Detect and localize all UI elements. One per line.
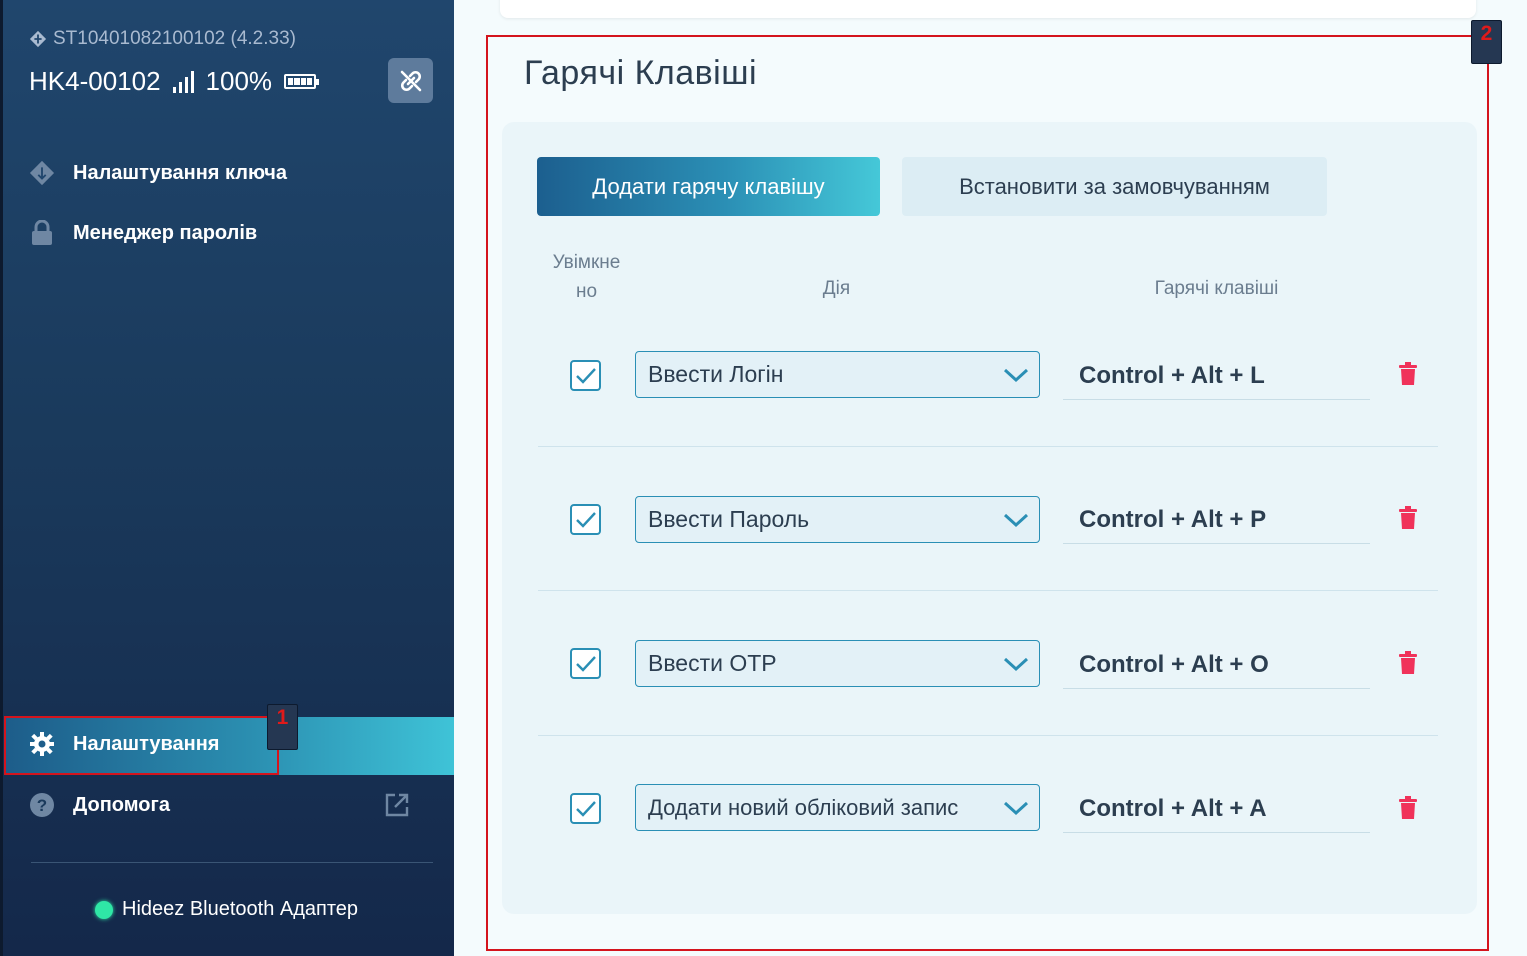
signal-icon <box>172 70 194 93</box>
help-circle-icon: ? <box>29 792 55 818</box>
checkmark-icon <box>575 367 596 384</box>
adapter-label: Hideez Bluetooth Адаптер <box>122 898 359 920</box>
device-name: HK4-00102 <box>29 66 161 96</box>
battery-icon <box>284 74 320 89</box>
page-title: Гарячі Клавіші <box>524 54 758 92</box>
checkmark-icon <box>575 800 596 817</box>
column-enabled-line1: Увімкне <box>552 252 621 273</box>
key-diamond-icon <box>29 160 55 186</box>
chevron-down-icon <box>1003 801 1029 815</box>
lock-icon <box>29 220 55 246</box>
action-select[interactable]: Ввести Логін <box>635 351 1040 398</box>
delete-button[interactable] <box>1388 498 1428 538</box>
enabled-checkbox[interactable] <box>570 360 601 391</box>
enabled-checkbox[interactable] <box>570 793 601 824</box>
disconnect-button[interactable] <box>388 58 433 103</box>
action-select[interactable]: Ввести Пароль <box>635 496 1040 543</box>
device-diamond-icon <box>29 30 47 48</box>
chevron-down-icon <box>1003 657 1029 671</box>
add-hotkey-button[interactable]: Додати гарячу клавішу <box>537 157 880 216</box>
enabled-checkbox[interactable] <box>570 504 601 535</box>
nav-settings[interactable]: Налаштування <box>29 731 219 757</box>
hotkey-input[interactable]: Control + Alt + O <box>1063 642 1370 689</box>
action-select-value: Ввести OTP <box>648 650 777 676</box>
external-link-icon[interactable] <box>384 792 410 818</box>
action-select-value: Ввести Пароль <box>648 506 810 532</box>
hotkey-input[interactable]: Control + Alt + A <box>1063 786 1370 833</box>
row-divider <box>538 446 1438 447</box>
nav-settings-label: Налаштування <box>73 732 220 755</box>
enabled-checkbox[interactable] <box>570 648 601 679</box>
svg-text:?: ? <box>37 796 47 815</box>
nav-password-manager-label: Менеджер паролів <box>73 221 258 244</box>
annotation-label-2: 2 <box>1471 20 1502 64</box>
chevron-down-icon <box>1003 368 1029 382</box>
trash-icon <box>1399 506 1417 529</box>
action-select[interactable]: Додати новий обліковий запис <box>635 784 1040 831</box>
nav-password-manager[interactable]: Менеджер паролів <box>29 220 257 246</box>
unlink-icon <box>400 70 421 91</box>
sidebar-divider <box>31 862 433 863</box>
nav-help-label: Допомога <box>73 793 170 816</box>
checkmark-icon <box>575 511 596 528</box>
trash-icon <box>1399 362 1417 385</box>
nav-key-settings-label: Налаштування ключа <box>73 161 288 184</box>
reset-default-button[interactable]: Встановити за замовчуванням <box>902 157 1327 216</box>
hotkey-row: Ввести Логін Control + Alt + L <box>538 304 1438 448</box>
action-select[interactable]: Ввести OTP <box>635 640 1040 687</box>
trash-icon <box>1399 651 1417 674</box>
adapter-status: Hideez Bluetooth Адаптер <box>95 898 358 921</box>
trash-icon <box>1399 796 1417 819</box>
nav-key-settings[interactable]: Налаштування ключа <box>29 160 287 186</box>
nav-help[interactable]: ? Допомога <box>29 792 170 818</box>
main-content: Гарячі Клавіші Додати гарячу клавішу Вст… <box>454 0 1527 956</box>
device-status-row: HK4-00102 100% <box>29 66 320 97</box>
online-status-icon <box>95 900 113 919</box>
action-select-value: Ввести Логін <box>648 361 784 387</box>
annotation-label-1: 1 <box>267 704 298 750</box>
column-enabled: Увімкне но <box>544 248 629 306</box>
row-divider <box>538 590 1438 591</box>
action-select-value: Додати новий обліковий запис <box>648 794 959 820</box>
hotkey-row: Додати новий обліковий запис Control + A… <box>538 737 1438 881</box>
chevron-down-icon <box>1003 513 1029 527</box>
previous-section-card <box>500 0 1476 18</box>
sidebar: ST10401082100102 (4.2.33) HK4-00102 100%… <box>0 0 457 956</box>
row-divider <box>538 735 1438 736</box>
device-id: ST10401082100102 (4.2.33) <box>29 28 296 50</box>
hotkey-input[interactable]: Control + Alt + P <box>1063 497 1370 544</box>
hotkey-input[interactable]: Control + Alt + L <box>1063 353 1370 400</box>
delete-button[interactable] <box>1388 643 1428 683</box>
delete-button[interactable] <box>1388 788 1428 828</box>
battery-percent: 100% <box>205 66 273 96</box>
delete-button[interactable] <box>1388 354 1428 394</box>
gear-icon <box>29 731 55 757</box>
column-hotkeys: Гарячі клавіші <box>1154 278 1279 299</box>
hotkey-row: Ввести Пароль Control + Alt + P <box>538 448 1438 592</box>
device-id-text: ST10401082100102 (4.2.33) <box>53 28 296 49</box>
checkmark-icon <box>575 655 596 672</box>
column-action: Дія <box>822 278 851 299</box>
column-enabled-line2: но <box>575 281 598 302</box>
hotkey-row: Ввести OTP Control + Alt + O <box>538 592 1438 736</box>
